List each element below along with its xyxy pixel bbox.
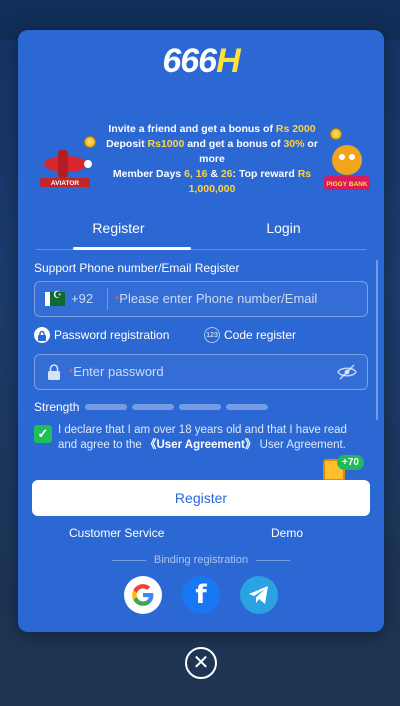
strength-label: Strength [34,400,80,414]
logo-number: 666 [162,42,217,80]
brand-logo: 666H [18,42,384,81]
lock-icon [48,364,60,380]
password-placeholder: Enter password [73,364,164,379]
strength-bar [85,404,128,410]
strength-bar [132,404,175,410]
banner-highlight: 30% [283,138,305,150]
banner-line3: & [207,168,221,180]
strength-bar [226,404,269,410]
password-field[interactable]: *Enter password [34,354,368,390]
auth-tabs: Register Login [36,214,366,250]
coin-icon [84,136,96,148]
promo-banner[interactable]: AVIATOR Invite a friend and get a bonus … [32,122,372,202]
user-agreement-link[interactable]: 《User Agreement》 [145,439,256,451]
banner-highlight: Rs1000 [147,138,185,150]
banner-highlight: 6, 16 [184,168,208,180]
country-code[interactable]: +92 [71,291,93,306]
close-icon[interactable]: ✕ [185,647,217,679]
banner-line3: : Top reward [232,168,298,180]
section-title: Support Phone number/Email Register [34,261,240,275]
phone-email-field[interactable]: +92 *Please enter Phone number/Email [34,281,368,317]
facebook-icon[interactable]: f [182,576,220,614]
social-login: f [18,576,384,614]
aviator-label: AVIATOR [51,180,79,187]
password-registration-option[interactable]: Password registration [34,327,169,343]
phone-input[interactable]: *Please enter Phone number/Email [115,291,317,306]
binding-registration-label: Binding registration [18,554,384,566]
code-register-label: Code register [224,328,297,342]
password-input[interactable]: *Enter password [69,364,164,379]
register-button[interactable]: Register [32,480,370,516]
banner-line2: and get a bonus of [184,138,284,150]
eye-off-icon[interactable] [337,363,357,381]
strength-bars [85,404,273,410]
tab-login[interactable]: Login [201,214,366,249]
password-registration-label: Password registration [54,328,170,342]
gift-badge: +70 [337,455,364,470]
agreement-text: I declare that I am over 18 years old an… [58,423,368,453]
piggy-bank-icon: PIGGY BANK [324,145,370,190]
demo-link[interactable]: Demo [271,526,303,540]
aviator-plane-icon: AVIATOR [40,150,92,187]
agreement-text-2: User Agreement. [256,439,346,451]
google-icon[interactable] [124,576,162,614]
code-icon: 123 [204,327,220,343]
lock-icon [34,327,50,343]
customer-service-link[interactable]: Customer Service [69,526,164,540]
binding-label-text: Binding registration [153,554,249,566]
banner-line1: Invite a friend and get a bonus of [108,123,276,135]
register-modal: 666H AVIATOR Invite a friend and get a b… [18,30,384,632]
agreement-checkbox[interactable]: ✓ [34,425,52,443]
coin-icon [330,128,342,140]
code-register-option[interactable]: 123 Code register [204,327,296,343]
logo-letter: H [216,42,241,80]
phone-placeholder: Please enter Phone number/Email [119,291,318,306]
strength-bar [179,404,222,410]
password-strength: Strength [34,400,273,414]
telegram-icon[interactable] [240,576,278,614]
banner-text: Invite a friend and get a bonus of Rs 20… [96,122,328,197]
piggy-bank-label: PIGGY BANK [326,181,367,188]
banner-highlight: Rs 2000 [275,123,316,135]
tab-register[interactable]: Register [36,214,201,250]
scrollbar[interactable] [376,260,378,420]
banner-line2: Deposit [106,138,148,150]
banner-highlight: 26 [220,168,233,180]
pakistan-flag-icon[interactable] [45,290,65,306]
divider [107,288,108,310]
banner-line3: Member Days [112,168,185,180]
